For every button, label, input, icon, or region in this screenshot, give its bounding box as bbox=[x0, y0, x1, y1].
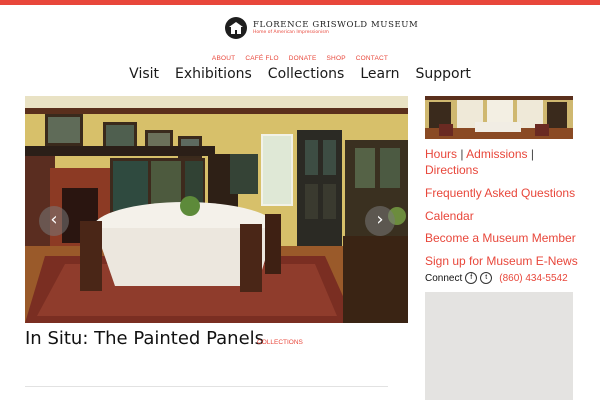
post-title[interactable]: In Situ: The Painted Panels bbox=[25, 328, 264, 349]
connect-row: Connect f t (860) 434-5542 bbox=[425, 272, 568, 284]
hero-carousel[interactable]: ‹ › bbox=[25, 96, 408, 323]
sidebar-link-directions[interactable]: Directions bbox=[425, 163, 478, 177]
carousel-prev-button[interactable]: ‹ bbox=[39, 206, 69, 236]
top-accent-bar bbox=[0, 0, 600, 5]
sidebar-link-admissions[interactable]: Admissions bbox=[466, 147, 527, 161]
utility-link-donate[interactable]: DONATE bbox=[289, 55, 317, 62]
sidebar-link-hours[interactable]: Hours bbox=[425, 147, 457, 161]
sidebar-thumbnail[interactable] bbox=[425, 96, 573, 139]
separator: | bbox=[530, 147, 534, 161]
utility-link-contact[interactable]: CONTACT bbox=[356, 55, 388, 62]
post-category-link[interactable]: COLLECTIONS bbox=[257, 339, 303, 346]
utility-link-shop[interactable]: SHOP bbox=[327, 55, 346, 62]
main-nav-visit[interactable]: Visit bbox=[121, 66, 167, 82]
sidebar-link-calendar[interactable]: Calendar bbox=[425, 209, 474, 223]
connect-label: Connect bbox=[425, 272, 463, 284]
main-nav-exhibitions[interactable]: Exhibitions bbox=[167, 66, 260, 82]
twitter-icon[interactable]: t bbox=[480, 272, 493, 284]
main-nav-learn[interactable]: Learn bbox=[352, 66, 407, 82]
carousel-next-button[interactable]: › bbox=[365, 206, 395, 236]
utility-nav: ABOUT CAFÉ FLO DONATE SHOP CONTACT bbox=[0, 55, 600, 62]
phone-number[interactable]: (860) 434-5542 bbox=[499, 273, 567, 284]
sidebar-placeholder-box bbox=[425, 292, 573, 400]
dining-room-photo bbox=[25, 96, 408, 323]
logo-tagline: Home of American Impressionism bbox=[253, 30, 329, 35]
logo-name: FLORENCE GRISWOLD MUSEUM bbox=[253, 19, 419, 30]
museum-logo[interactable]: FLORENCE GRISWOLD MUSEUM Home of America… bbox=[225, 16, 418, 40]
sidebar-link-faq[interactable]: Frequently Asked Questions bbox=[425, 186, 575, 200]
main-nav-collections[interactable]: Collections bbox=[260, 66, 353, 82]
sidebar-link-enews[interactable]: Sign up for Museum E-News bbox=[425, 254, 578, 268]
interior-photo bbox=[425, 96, 573, 139]
main-nav-support[interactable]: Support bbox=[407, 66, 478, 82]
facebook-icon[interactable]: f bbox=[465, 272, 478, 284]
utility-link-about[interactable]: ABOUT bbox=[212, 55, 235, 62]
main-nav: Visit Exhibitions Collections Learn Supp… bbox=[0, 66, 600, 82]
sidebar-link-membership[interactable]: Become a Museum Member bbox=[425, 231, 576, 245]
content-divider bbox=[25, 386, 388, 387]
chevron-right-icon: › bbox=[376, 209, 384, 230]
house-icon bbox=[225, 17, 247, 39]
chevron-left-icon: ‹ bbox=[50, 209, 58, 230]
utility-link-cafe-flo[interactable]: CAFÉ FLO bbox=[245, 55, 278, 62]
